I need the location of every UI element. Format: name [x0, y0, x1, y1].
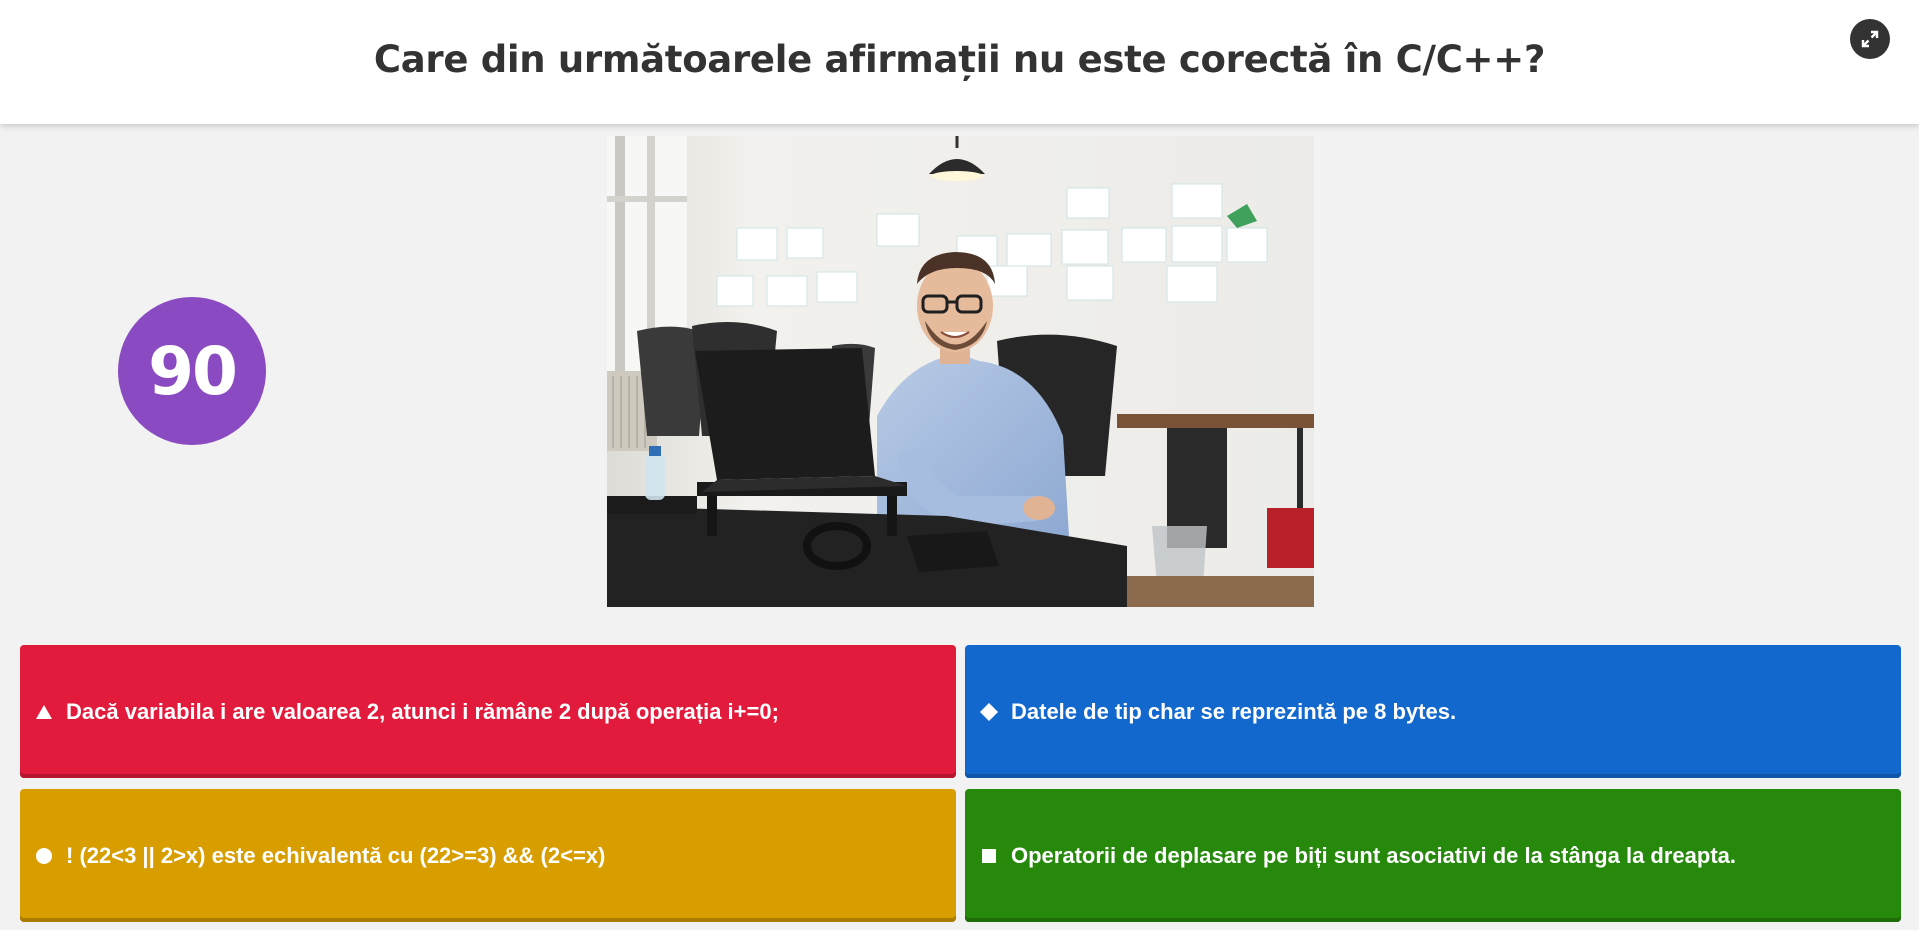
answer-text-3: ! (22<3 || 2>x) este echivalentă cu (22>…: [66, 842, 606, 868]
photo-man-at-laptop: [607, 136, 1314, 607]
answer-option-3[interactable]: ! (22<3 || 2>x) este echivalentă cu (22>…: [20, 789, 956, 922]
answer-text-1: Dacă variabila i are valoarea 2, atunci …: [66, 698, 779, 724]
question-header: Care din următoarele afirmații nu este c…: [0, 0, 1919, 124]
question-title: Care din următoarele afirmații nu este c…: [373, 38, 1546, 81]
answer-option-2[interactable]: Datele de tip char se reprezintă pe 8 by…: [965, 645, 1901, 778]
answer-text-4: Operatorii de deplasare pe biți sunt aso…: [1011, 842, 1737, 868]
fullscreen-button[interactable]: [1850, 19, 1890, 59]
answer-text-2: Datele de tip char se reprezintă pe 8 by…: [1011, 698, 1457, 724]
countdown-timer: 90: [118, 297, 266, 445]
diamond-icon: [979, 702, 999, 722]
circle-icon: [34, 846, 54, 866]
triangle-icon: [34, 702, 54, 722]
timer-value: 90: [148, 332, 238, 410]
question-image: [607, 136, 1314, 607]
answer-option-1[interactable]: Dacă variabila i are valoarea 2, atunci …: [20, 645, 956, 778]
answer-option-4[interactable]: Operatorii de deplasare pe biți sunt aso…: [965, 789, 1901, 922]
fullscreen-icon: [1861, 30, 1879, 48]
square-icon: [979, 846, 999, 866]
